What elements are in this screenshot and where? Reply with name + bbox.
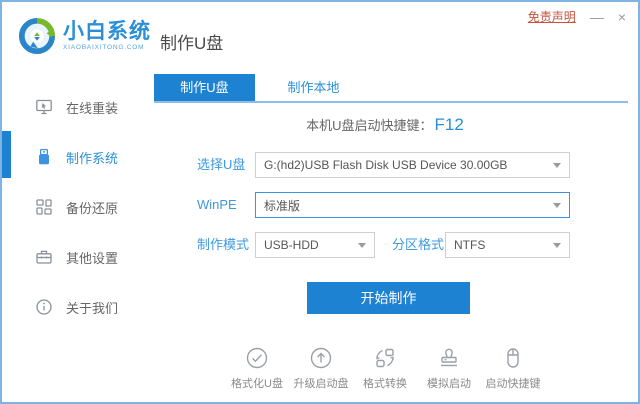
info-icon — [35, 298, 53, 316]
winpe-value: 标准版 — [264, 198, 301, 213]
chevron-down-icon — [553, 202, 561, 208]
titlebar-controls: 免责声明 — × — [528, 8, 626, 25]
upgrade-bootdisk-icon — [309, 346, 333, 370]
sidebar-item-label: 关于我们 — [66, 300, 119, 316]
partition-format-value: NTFS — [454, 238, 486, 252]
logo-subtitle: XIAOBAIXITONG.COM — [63, 43, 145, 51]
tool-upgrade-bootdisk[interactable]: 升级启动盘 — [289, 346, 353, 391]
boot-hotkey-label: 本机U盘启动快捷键： — [306, 118, 433, 133]
format-convert-icon — [373, 346, 397, 370]
partition-format-dropdown[interactable]: NTFS — [445, 232, 570, 258]
sidebar-item-make-system[interactable]: 制作系统 — [2, 132, 142, 182]
logo-title: 小白系统 — [63, 19, 151, 43]
usb-select-dropdown[interactable]: G:(hd2)USB Flash Disk USB Device 30.00GB — [255, 152, 570, 178]
tab-make-usb[interactable]: 制作U盘 — [154, 74, 255, 101]
close-button[interactable]: × — [618, 10, 626, 24]
sidebar-item-other-settings[interactable]: 其他设置 — [2, 232, 142, 282]
minimize-button[interactable]: — — [590, 10, 604, 24]
tool-label: 升级启动盘 — [293, 378, 349, 390]
boot-hotkey-value: F12 — [434, 115, 464, 134]
partition-format-label: 分区格式 — [392, 237, 445, 252]
make-mode-label: 制作模式 — [197, 237, 250, 252]
tool-format-usb[interactable]: 格式化U盘 — [225, 346, 289, 391]
tool-simulate-boot[interactable]: 模拟启动 — [417, 346, 481, 391]
chevron-down-icon — [358, 242, 366, 248]
tool-label: 启动快捷键 — [485, 378, 541, 390]
sidebar-item-label: 其他设置 — [66, 250, 119, 266]
tool-boot-hotkey[interactable]: 启动快捷键 — [481, 346, 545, 391]
make-mode-value: USB-HDD — [264, 238, 319, 252]
boot-hotkey-line: 本机U盘启动快捷键： F12 — [142, 115, 628, 135]
footer-toolbar: 格式化U盘 升级启动盘 格式转换 模拟启动 启动快捷键 — [142, 346, 628, 391]
tool-label: 模拟启动 — [427, 378, 471, 390]
simulate-boot-icon — [437, 346, 461, 370]
sidebar-item-label: 在线重装 — [66, 100, 119, 116]
chevron-down-icon — [553, 162, 561, 168]
usb-select-value: G:(hd2)USB Flash Disk USB Device 30.00GB — [264, 158, 508, 172]
tool-label: 格式化U盘 — [231, 378, 283, 390]
sidebar-item-online-reinstall[interactable]: 在线重装 — [2, 82, 142, 132]
start-make-button[interactable]: 开始制作 — [307, 282, 470, 314]
usb-select-label: 选择U盘 — [197, 157, 246, 172]
sidebar-item-about-us[interactable]: 关于我们 — [2, 282, 142, 332]
winpe-dropdown[interactable]: 标准版 — [255, 192, 570, 218]
winpe-label: WinPE — [197, 197, 237, 212]
online-reinstall-icon — [35, 98, 53, 116]
logo-swirl-icon — [18, 17, 56, 55]
usb-drive-icon — [35, 148, 53, 166]
make-mode-dropdown[interactable]: USB-HDD — [255, 232, 375, 258]
app-logo: 小白系统 XIAOBAIXITONG.COM — [18, 17, 151, 55]
tool-format-convert[interactable]: 格式转换 — [353, 346, 417, 391]
tool-label: 格式转换 — [363, 378, 407, 390]
page-title: 制作U盘 — [160, 34, 224, 53]
format-usb-icon — [245, 346, 269, 370]
chevron-down-icon — [553, 242, 561, 248]
sidebar-item-label: 备份还原 — [66, 200, 119, 216]
tab-bar: 制作U盘 制作本地 — [154, 74, 372, 101]
toolbox-icon — [35, 248, 53, 266]
tab-make-local[interactable]: 制作本地 — [255, 74, 372, 101]
sidebar-item-backup-restore[interactable]: 备份还原 — [2, 182, 142, 232]
sidebar: 在线重装 制作系统 备份还原 其他设置 关于我们 — [2, 82, 142, 332]
tab-underline — [154, 101, 628, 103]
disclaimer-link[interactable]: 免责声明 — [528, 8, 576, 25]
app-window: 免责声明 — × 小白系统 XIAOBAIXITONG.COM 制作U盘 在线重… — [0, 0, 640, 404]
backup-restore-icon — [35, 198, 53, 216]
sidebar-item-label: 制作系统 — [66, 150, 119, 166]
boot-hotkey-icon — [501, 346, 525, 370]
